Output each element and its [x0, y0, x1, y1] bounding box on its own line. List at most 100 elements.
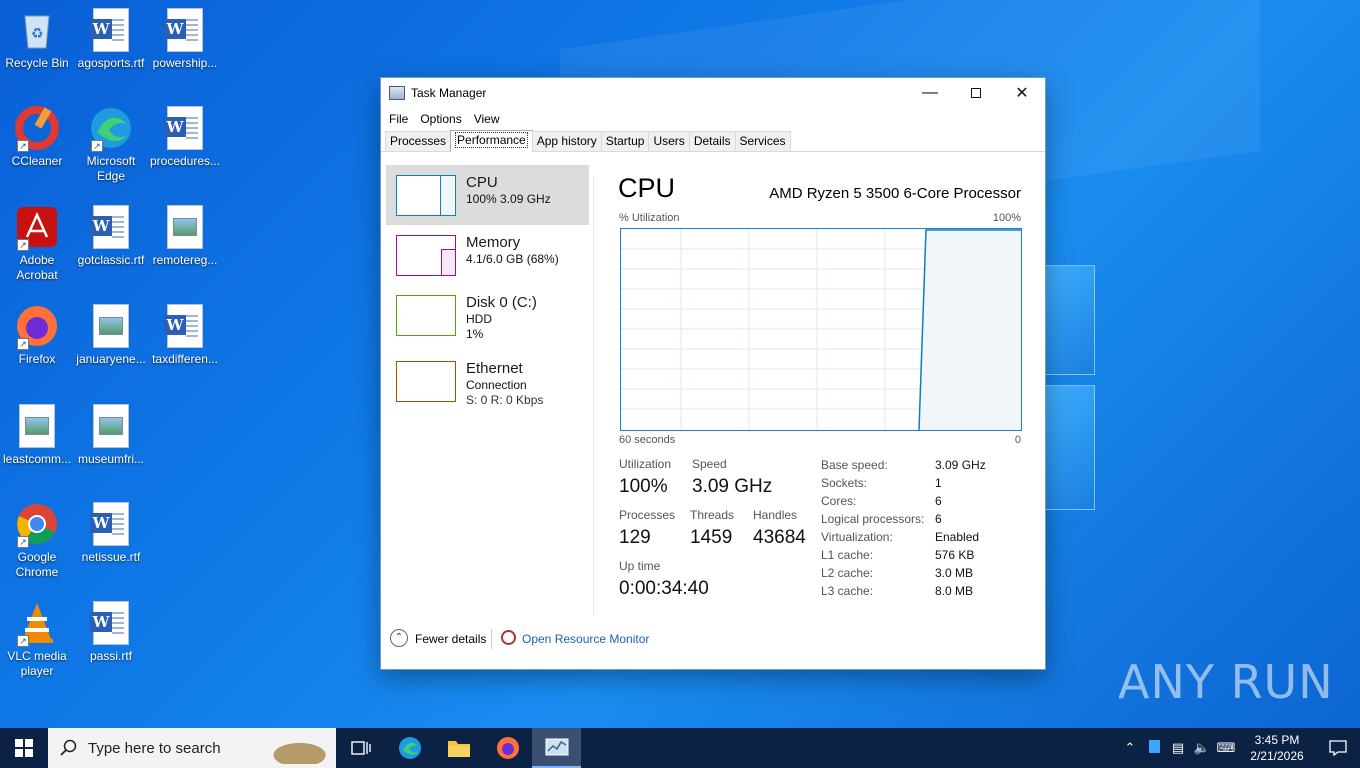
tab-performance[interactable]: Performance [450, 130, 533, 152]
network-icon[interactable]: ▤ [1166, 740, 1190, 756]
tab-startup[interactable]: Startup [600, 131, 650, 151]
ccleaner-icon: ↗ [15, 106, 59, 152]
stat-speed: Speed 3.09 GHz [692, 457, 772, 498]
desktop-icon[interactable]: Wagosports.rtf [74, 8, 148, 71]
chevron-up-icon[interactable]: ⌃ [1118, 740, 1142, 756]
taskbar-search-box[interactable]: Type here to search [48, 728, 336, 768]
desktop-icon[interactable]: Wpassi.rtf [74, 601, 148, 664]
desktop-icon[interactable]: ↗ Adobe Acrobat [0, 205, 74, 283]
image-file-icon [89, 304, 133, 348]
cpu-detail-key: Sockets: [821, 476, 868, 490]
sidebar-item-cpu[interactable]: CPU 100% 3.09 GHz [386, 165, 589, 225]
tray-app-icon[interactable] [1142, 740, 1166, 756]
notification-icon [1329, 740, 1347, 756]
taskbar-file-explorer[interactable] [434, 728, 483, 768]
anyrun-watermark: ANY RUN [1118, 655, 1334, 709]
panel-divider[interactable] [593, 176, 594, 616]
ethernet-mini-graph [396, 361, 456, 402]
menu-options[interactable]: Options [414, 112, 467, 126]
tab-services[interactable]: Services [734, 131, 791, 151]
window-title: Task Manager [411, 86, 487, 100]
desktop-icon-label: netissue.rtf [81, 550, 141, 564]
desktop-icon[interactable]: ↗ Microsoft Edge [74, 106, 148, 184]
tab-app-history[interactable]: App history [531, 131, 602, 151]
taskbar-task-manager[interactable] [532, 728, 581, 768]
tab-users[interactable]: Users [648, 131, 690, 151]
desktop-icon-label: Google Chrome [15, 550, 59, 579]
sidebar-memory-name: Memory [466, 234, 521, 251]
chevron-up-icon[interactable]: ⌃ [390, 629, 408, 647]
image-file-icon [89, 404, 133, 448]
tab-processes[interactable]: Processes [385, 131, 452, 151]
minimize-button[interactable]: — [907, 78, 953, 108]
memory-mini-graph [396, 235, 456, 276]
menu-file[interactable]: File [383, 112, 414, 126]
sidebar-cpu-value: 100% 3.09 GHz [466, 192, 551, 206]
fewer-details-link[interactable]: Fewer details [415, 632, 486, 646]
task-manager-window[interactable]: Task Manager — ✕ File Options View Proce… [380, 77, 1046, 670]
utilization-axis-max: 100% [992, 212, 1021, 224]
title-bar[interactable]: Task Manager — ✕ [381, 78, 1045, 108]
desktop-icon[interactable]: museumfri... [74, 404, 148, 467]
desktop-icon[interactable]: Wpowership... [148, 8, 222, 71]
desktop-icon[interactable]: Wtaxdifferen... [148, 304, 222, 367]
stat-processes-value: 129 [619, 527, 651, 548]
speaker-icon[interactable]: 🔈 [1190, 740, 1214, 756]
cpu-detail-value: 1 [935, 476, 942, 490]
word-doc-icon: W [89, 8, 133, 52]
cpu-detail-value: Enabled [935, 530, 980, 544]
image-file-icon [163, 205, 207, 249]
shortcut-arrow-icon: ↗ [17, 635, 29, 647]
sidebar-disk-value: 1% [466, 327, 484, 341]
cpu-utilization-graph [620, 228, 1022, 431]
desktop-icon-label: VLC media player [7, 649, 67, 678]
cpu-detail-value: 576 KB [935, 548, 975, 562]
tab-strip: Processes Performance App history Startu… [381, 130, 1045, 152]
utilization-axis-label: % Utilization [619, 212, 680, 224]
notification-button[interactable] [1316, 728, 1360, 768]
taskbar-clock[interactable]: 3:45 PM 2/21/2026 [1238, 732, 1316, 764]
sidebar-item-disk[interactable]: Disk 0 (C:) HDD 1% [386, 285, 589, 345]
desktop-icon[interactable]: ↗ Google Chrome [0, 502, 74, 580]
stat-speed-label: Speed [692, 457, 727, 471]
clock-date: 2/21/2026 [1250, 749, 1304, 763]
desktop-icon[interactable]: remotereg... [148, 205, 222, 268]
taskbar-firefox[interactable] [483, 728, 532, 768]
sidebar-disk-type: HDD [466, 312, 492, 326]
taskbar-edge[interactable] [385, 728, 434, 768]
sidebar-item-memory[interactable]: Memory 4.1/6.0 GB (68%) [386, 225, 589, 285]
desktop-icon[interactable]: januaryene... [74, 304, 148, 367]
cpu-detail-value: 3.09 GHz [935, 458, 986, 472]
task-manager-icon [389, 86, 405, 100]
desktop-icon-label: passi.rtf [89, 649, 132, 663]
maximize-button[interactable] [953, 78, 999, 108]
start-button[interactable] [0, 728, 48, 768]
keyboard-icon[interactable]: ⌨ [1214, 740, 1238, 756]
resource-monitor-icon[interactable] [501, 630, 516, 645]
menu-view[interactable]: View [468, 112, 506, 126]
open-resource-monitor-link[interactable]: Open Resource Monitor [522, 632, 649, 646]
desktop-icon[interactable]: Wnetissue.rtf [74, 502, 148, 565]
desktop-icon[interactable]: ↗ VLC media player [0, 601, 74, 679]
desktop-icon-label: remotereg... [152, 253, 218, 267]
desktop-icon[interactable]: leastcomm... [0, 404, 74, 467]
word-doc-icon: W [163, 8, 207, 52]
desktop-icon[interactable]: ↗ CCleaner [0, 106, 74, 169]
tab-details[interactable]: Details [688, 131, 736, 151]
desktop-icon[interactable]: Wgotclassic.rtf [74, 205, 148, 268]
desktop-icon-label: Firefox [18, 352, 56, 366]
vlc-icon: ↗ [15, 601, 59, 647]
chrome-icon: ↗ [15, 502, 59, 548]
system-tray: ⌃ ▤ 🔈 ⌨ 3:45 PM 2/21/2026 [1118, 728, 1360, 768]
desktop-icon[interactable]: Wprocedures... [148, 106, 222, 169]
desktop-icon[interactable]: ↗ Firefox [0, 304, 74, 367]
clock-time: 3:45 PM [1254, 733, 1300, 747]
cpu-detail-value: 6 [935, 494, 942, 508]
close-button[interactable]: ✕ [999, 78, 1045, 108]
sidebar-item-ethernet[interactable]: Ethernet Connection S: 0 R: 0 Kbps [386, 351, 589, 411]
desktop-icon-label: Microsoft Edge [86, 154, 136, 183]
shortcut-arrow-icon: ↗ [17, 239, 29, 251]
task-view-button[interactable] [336, 728, 385, 768]
desktop-icon[interactable]: ♻ Recycle Bin [0, 8, 74, 71]
stat-utilization-label: Utilization [619, 457, 672, 471]
